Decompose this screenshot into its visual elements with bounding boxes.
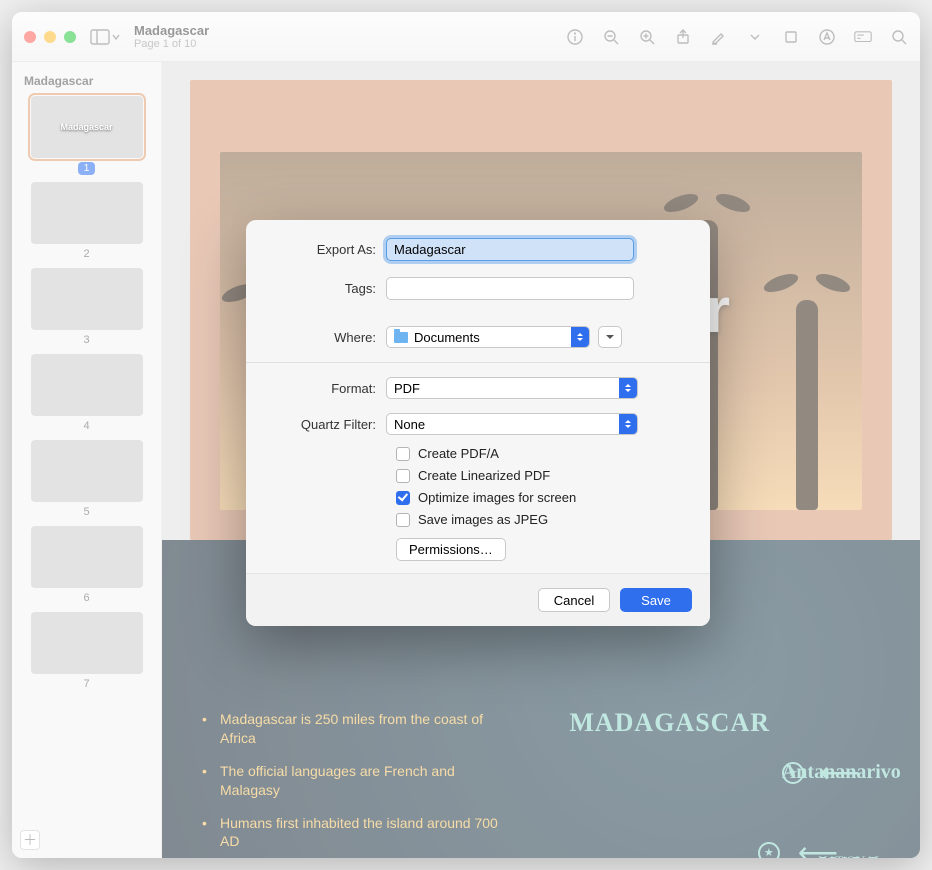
where-label: Where: — [266, 330, 386, 345]
tags-field[interactable] — [386, 277, 634, 300]
checkbox-pdfa[interactable]: Create PDF/A — [396, 446, 690, 461]
permissions-button[interactable]: Permissions… — [396, 538, 506, 561]
checkbox-jpeg[interactable]: Save images as JPEG — [396, 512, 690, 527]
format-label: Format: — [266, 381, 386, 396]
where-popup[interactable]: Documents — [386, 326, 590, 348]
export-as-field[interactable] — [386, 238, 634, 261]
tags-label: Tags: — [266, 281, 386, 296]
checkbox-linearized[interactable]: Create Linearized PDF — [396, 468, 690, 483]
cancel-button[interactable]: Cancel — [538, 588, 610, 612]
quartz-filter-label: Quartz Filter: — [266, 417, 386, 432]
quartz-filter-popup[interactable]: None — [386, 413, 638, 435]
app-window: Madagascar Page 1 of 10 Madagascar 1 2 3… — [12, 12, 920, 858]
save-button[interactable]: Save — [620, 588, 692, 612]
format-popup[interactable]: PDF — [386, 377, 638, 399]
expand-button[interactable] — [598, 326, 622, 348]
checkbox-optimize[interactable]: Optimize images for screen — [396, 490, 690, 505]
export-dialog: Export As: Tags: Where: Documents Format… — [246, 220, 710, 626]
export-as-label: Export As: — [266, 242, 386, 257]
folder-icon — [394, 332, 408, 343]
